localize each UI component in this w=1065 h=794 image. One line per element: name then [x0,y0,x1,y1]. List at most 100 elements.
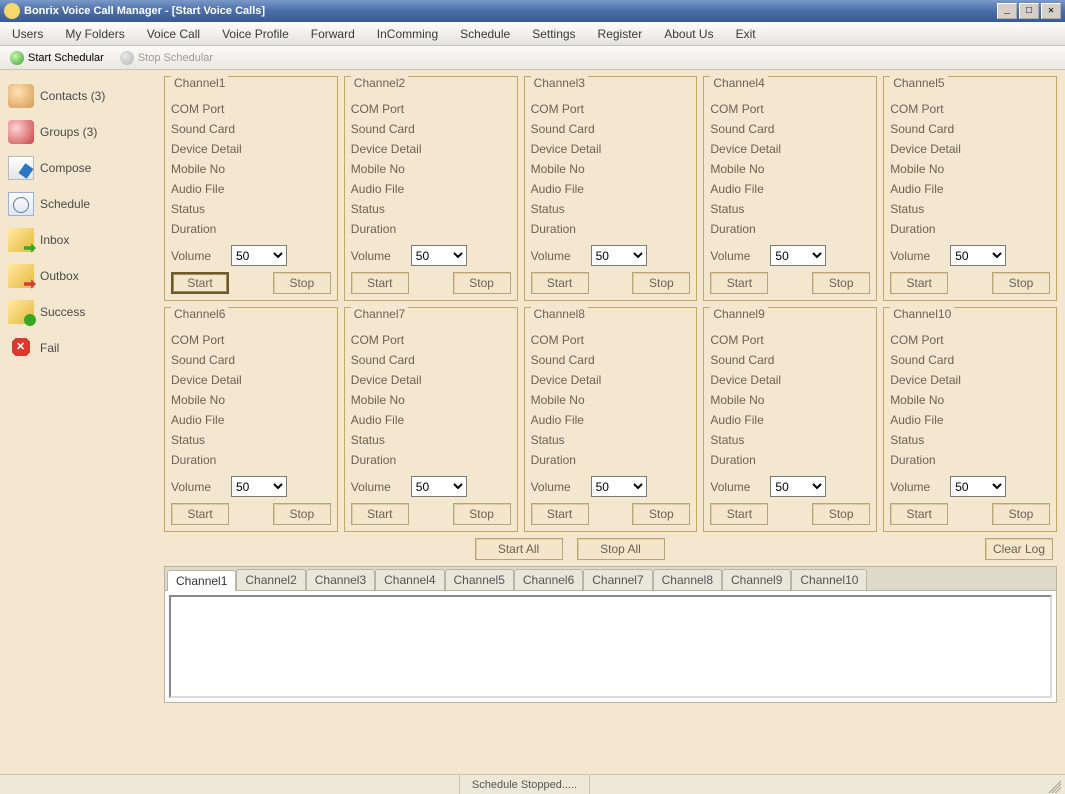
sidebar-item-groups[interactable]: Groups (3) [4,116,156,148]
menu-item-settings[interactable]: Settings [528,25,579,43]
log-tab-channel9[interactable]: Channel9 [722,569,791,590]
channel-stop-button[interactable]: Stop [992,272,1050,294]
menu-bar: Users My Folders Voice Call Voice Profile Fo… [0,22,1065,46]
channel-stop-button[interactable]: Stop [273,272,331,294]
menu-item-users[interactable]: Users [8,25,47,43]
channel-start-button[interactable]: Start [890,503,948,525]
sidebar-item-inbox[interactable]: Inbox [4,224,156,256]
channel-stop-button[interactable]: Stop [812,503,870,525]
channel-stop-button[interactable]: Stop [273,503,331,525]
close-button[interactable]: ✕ [1041,3,1061,19]
log-tab-channel4[interactable]: Channel4 [375,569,444,590]
volume-select[interactable]: 50 [770,245,826,266]
channel-start-button[interactable]: Start [531,272,589,294]
schedule-icon [8,192,34,216]
clear-log-button[interactable]: Clear Log [985,538,1053,560]
log-textarea[interactable] [169,595,1052,698]
sidebar-item-schedule[interactable]: Schedule [4,188,156,220]
volume-select[interactable]: 50 [770,476,826,497]
menu-item-register[interactable]: Register [594,25,647,43]
log-tab-channel7[interactable]: Channel7 [583,569,652,590]
stop-all-button[interactable]: Stop All [577,538,665,560]
volume-select[interactable]: 50 [231,476,287,497]
menu-item-my-folders[interactable]: My Folders [61,25,128,43]
channel-field-label: Device Detail [710,370,870,390]
volume-select[interactable]: 50 [411,476,467,497]
channel-stop-button[interactable]: Stop [453,503,511,525]
channel-field-label: Mobile No [710,159,870,179]
channel-stop-button[interactable]: Stop [632,503,690,525]
channel-start-button[interactable]: Start [890,272,948,294]
menu-item-incomming[interactable]: InComming [373,25,442,43]
channel-title: Channel1 [171,76,228,90]
channel-field-label: Audio File [351,410,511,430]
log-tab-channel8[interactable]: Channel8 [653,569,722,590]
channel-stop-button[interactable]: Stop [632,272,690,294]
channel-field-label: Sound Card [890,119,1050,139]
volume-label: Volume [351,480,411,494]
stop-scheduler-label: Stop Schedular [138,52,213,64]
resize-grip-icon[interactable] [1045,777,1061,793]
log-panel [164,591,1057,703]
channel-start-button[interactable]: Start [531,503,589,525]
channel-stop-button[interactable]: Stop [812,272,870,294]
channel-start-button[interactable]: Start [171,503,229,525]
log-tab-channel5[interactable]: Channel5 [445,569,514,590]
log-tab-channel2[interactable]: Channel2 [236,569,305,590]
volume-select[interactable]: 50 [591,245,647,266]
channel-title: Channel3 [531,76,588,90]
start-scheduler-button[interactable]: Start Schedular [6,49,108,67]
volume-select[interactable]: 50 [950,476,1006,497]
channel-field-label: Device Detail [531,370,691,390]
log-tab-channel10[interactable]: Channel10 [791,569,867,590]
volume-row: Volume50 [710,476,870,497]
channel-stop-button[interactable]: Stop [992,503,1050,525]
menu-item-forward[interactable]: Forward [307,25,359,43]
menu-item-voice-call[interactable]: Voice Call [143,25,204,43]
volume-select[interactable]: 50 [231,245,287,266]
channel-field-label: Sound Card [531,119,691,139]
channel-title: Channel6 [171,307,228,321]
channel-start-button[interactable]: Start [351,272,409,294]
channel-stop-button[interactable]: Stop [453,272,511,294]
minimize-button[interactable]: _ [997,3,1017,19]
menu-item-exit[interactable]: Exit [732,25,760,43]
channel-field-label: Device Detail [890,139,1050,159]
channel-field-label: Mobile No [351,390,511,410]
channel-start-button[interactable]: Start [710,272,768,294]
sidebar-item-fail[interactable]: Fail [4,332,156,364]
log-tab-channel1[interactable]: Channel1 [167,570,236,591]
sidebar-item-outbox[interactable]: Outbox [4,260,156,292]
sidebar-item-label: Compose [40,161,91,175]
channel-field-label: Sound Card [710,119,870,139]
menu-item-about-us[interactable]: About Us [660,25,717,43]
channel-button-row: Start Stop [351,272,511,294]
volume-row: Volume50 [351,476,511,497]
sidebar-item-compose[interactable]: Compose [4,152,156,184]
log-tab-channel6[interactable]: Channel6 [514,569,583,590]
channel-box-1: Channel1COM PortSound CardDevice DetailM… [164,76,338,301]
channel-field-label: Audio File [531,410,691,430]
volume-select[interactable]: 50 [591,476,647,497]
inbox-icon [8,228,34,252]
channel-field-label: COM Port [890,330,1050,350]
channel-title: Channel2 [351,76,408,90]
volume-select[interactable]: 50 [411,245,467,266]
start-all-button[interactable]: Start All [475,538,563,560]
maximize-button[interactable]: □ [1019,3,1039,19]
channel-field-label: Mobile No [531,159,691,179]
log-tab-channel3[interactable]: Channel3 [306,569,375,590]
channel-start-button[interactable]: Start [351,503,409,525]
sidebar-item-contacts[interactable]: Contacts (3) [4,80,156,112]
channel-button-row: Start Stop [710,272,870,294]
menu-item-schedule[interactable]: Schedule [456,25,514,43]
channel-start-button[interactable]: Start [171,272,229,294]
volume-select[interactable]: 50 [950,245,1006,266]
start-scheduler-label: Start Schedular [28,52,104,64]
stop-scheduler-button[interactable]: Stop Schedular [116,49,217,67]
sidebar-item-success[interactable]: Success [4,296,156,328]
menu-item-voice-profile[interactable]: Voice Profile [218,25,293,43]
outbox-icon [8,264,34,288]
channel-start-button[interactable]: Start [710,503,768,525]
channel-button-row: Start Stop [890,503,1050,525]
